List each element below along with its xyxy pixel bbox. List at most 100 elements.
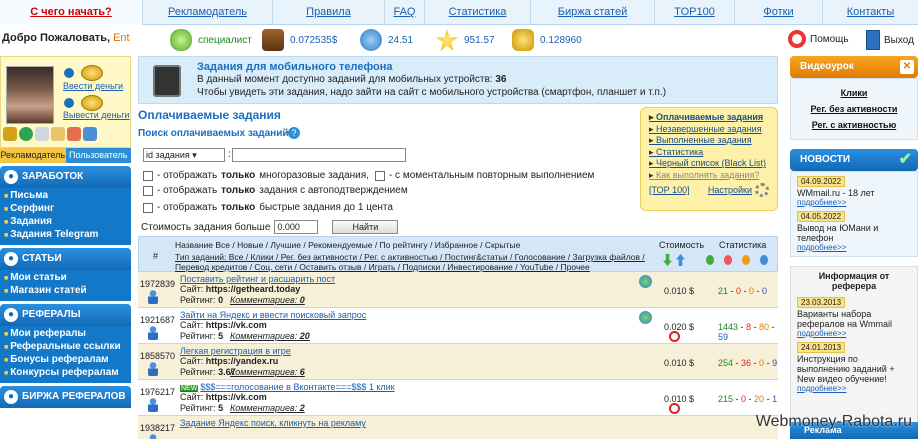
checkbox-instant-repeat[interactable] (374, 170, 385, 181)
task-comments[interactable]: Комментариев: 20 (230, 331, 310, 341)
globe-icon (639, 311, 652, 324)
section-header[interactable]: ● СТАТЬИ (0, 248, 131, 270)
pin-blue-icon (760, 255, 768, 265)
menu-howto[interactable]: Как выполнять задания? (649, 170, 777, 182)
menu-item[interactable]: Письма (0, 190, 131, 203)
news-header: НОВОСТИ ✔ (790, 149, 918, 171)
search-field-select[interactable]: id задания ▾ (143, 148, 225, 162)
news-more-link[interactable]: подробнее>> (797, 198, 911, 207)
video-link-reg[interactable]: Рег. без активности (795, 101, 913, 117)
ref-icon[interactable] (19, 127, 33, 141)
search-input[interactable] (232, 148, 406, 162)
menu-item[interactable]: Задания Telegram (0, 229, 131, 242)
task-title[interactable]: Легкая регистрация в игре (180, 346, 291, 356)
role-tabs: Рекламодатель Пользователь (0, 148, 131, 163)
pin-green-icon (706, 255, 714, 265)
help-icon[interactable]: ? (288, 127, 300, 139)
video-lesson-header[interactable]: Видеоурок ✕ (790, 56, 918, 78)
tasks-table: # Название Все / Новые / Лучшие / Рекоме… (138, 236, 778, 439)
table-rows: 1972839 Поставить рейтинг и расшарить пос… (138, 272, 778, 439)
pin-orange-icon (742, 255, 750, 265)
menu-item[interactable]: Магазин статей (0, 285, 131, 298)
task-title[interactable]: Зайти на Яндекс и ввести поисковый запро… (180, 310, 366, 320)
nav-faq[interactable]: FAQ (385, 0, 425, 25)
section-items: Мои статьиМагазин статей (0, 270, 131, 301)
menu-blacklist[interactable]: Черный список (Black List) (649, 158, 777, 170)
video-link-clicks[interactable]: Клики (795, 85, 913, 101)
task-title[interactable]: NEW $$$===голосование в Вконтакте===$$$ 1… (180, 382, 395, 392)
nav-top100[interactable]: TOP100 (655, 0, 735, 25)
deposit-link[interactable]: Ввести деньги (63, 81, 123, 91)
find-button[interactable]: Найти (332, 220, 399, 234)
menu-item[interactable]: Конкурсы рефералам (0, 367, 131, 380)
settings-link[interactable]: Настройки (708, 185, 752, 195)
nav-start[interactable]: С чего начать? (0, 0, 143, 25)
news-list: 04.09.2022 WMmail.ru - 18 лет подробнее>… (790, 171, 918, 257)
chart-icon[interactable] (83, 127, 97, 141)
gear-icon[interactable] (755, 183, 769, 197)
filter-fast: - отображать только быстрые задания до 1… (143, 202, 393, 213)
gift-icon[interactable] (67, 127, 81, 141)
help-link[interactable]: Помощь (788, 30, 849, 48)
tab-advertiser[interactable]: Рекламодатель (0, 148, 66, 163)
balance-stat: 0.072535$ (262, 29, 337, 51)
checkbox-autoconfirm[interactable] (143, 185, 153, 196)
task-comments[interactable]: Комментариев: 2 (230, 403, 305, 413)
new-badge: NEW (180, 385, 199, 392)
withdraw-link[interactable]: Вывести деньги (63, 110, 130, 120)
right-sidebar: Видеоурок ✕ Клики Рег. без активности Рег… (790, 56, 918, 439)
task-comments[interactable]: Комментариев: 0 (230, 295, 305, 305)
level-icon (360, 29, 382, 51)
section-header[interactable]: ● РЕФЕРАЛЫ (0, 304, 131, 326)
bottle-icon (170, 29, 192, 51)
welcome-text: Добро Пожаловать, Ent (2, 32, 130, 44)
video-link-reg-active[interactable]: Рег. с активностью (795, 117, 913, 133)
sort-up-icon[interactable] (676, 254, 685, 266)
menu-item[interactable]: Мои статьи (0, 272, 131, 285)
task-comments[interactable]: Комментариев: 6 (230, 367, 305, 377)
checkbox-reusable[interactable] (143, 170, 153, 181)
menu-stats[interactable]: Статистика (649, 147, 777, 159)
task-cost: 0.010 $ (664, 394, 695, 404)
task-rating: Рейтинг: 3.67 (180, 367, 236, 377)
user-nick[interactable]: Ent (113, 32, 130, 44)
nav-advertiser[interactable]: Рекламодатель (143, 0, 273, 25)
menu-unfinished[interactable]: Незавершенные задания (649, 124, 777, 136)
logout-link[interactable]: Выход (866, 30, 914, 50)
news-more-link[interactable]: подробнее>> (797, 243, 911, 252)
medal-icon[interactable] (3, 127, 17, 141)
menu-item[interactable]: Задания (0, 216, 131, 229)
ref-more-link[interactable]: подробнее>> (797, 329, 911, 338)
menu-done[interactable]: Выполненные задания (649, 135, 777, 147)
nav-statistics[interactable]: Статистика (425, 0, 531, 25)
profile-box: Ввести деньги Вывести деньги (0, 56, 131, 148)
task-title[interactable]: Задание Яндекс поиск, кликнуть на реклам… (180, 418, 366, 428)
section-header[interactable]: ● БИРЖА РЕФЕРАЛОВ (0, 386, 131, 408)
avatar[interactable] (6, 66, 54, 124)
sort-down-icon[interactable] (663, 254, 672, 266)
note-icon[interactable] (51, 127, 65, 141)
mail-icon[interactable] (35, 127, 49, 141)
menu-paid-tasks[interactable]: Оплачиваемые задания (649, 112, 777, 124)
nav-photos[interactable]: Фотки (735, 0, 823, 25)
nav-contacts[interactable]: Контакты (823, 0, 918, 25)
top100-link[interactable]: [ТОР 100] (649, 185, 690, 195)
nav-articles-exchange[interactable]: Биржа статей (531, 0, 655, 25)
cost-input[interactable]: 0.000 (274, 220, 319, 234)
task-title[interactable]: Поставить рейтинг и расшарить пост (180, 274, 335, 284)
menu-item[interactable]: Серфинг (0, 203, 131, 216)
menu-item[interactable]: Реферальные ссылки (0, 341, 131, 354)
nav-rules[interactable]: Правила (273, 0, 385, 25)
menu-item[interactable]: Бонусы рефералам (0, 354, 131, 367)
type-filter-line[interactable]: Тип заданий: Все / Клики / Рег. без акти… (175, 252, 653, 272)
close-icon[interactable]: ✕ (900, 60, 914, 74)
mobile-title[interactable]: Задания для мобильного телефона (197, 61, 392, 73)
task-id: 1976217 (140, 387, 176, 397)
ref-more-link[interactable]: подробнее>> (797, 384, 911, 393)
page-title: Оплачиваемые задания (138, 108, 281, 122)
checkbox-fast[interactable] (143, 202, 153, 213)
tab-user[interactable]: Пользователь (65, 148, 131, 163)
section-header[interactable]: ● ЗАРАБОТОК (0, 166, 131, 188)
menu-item[interactable]: Мои рефералы (0, 328, 131, 341)
name-filter-line[interactable]: Название Все / Новые / Лучшие / Рекоменд… (175, 240, 645, 251)
